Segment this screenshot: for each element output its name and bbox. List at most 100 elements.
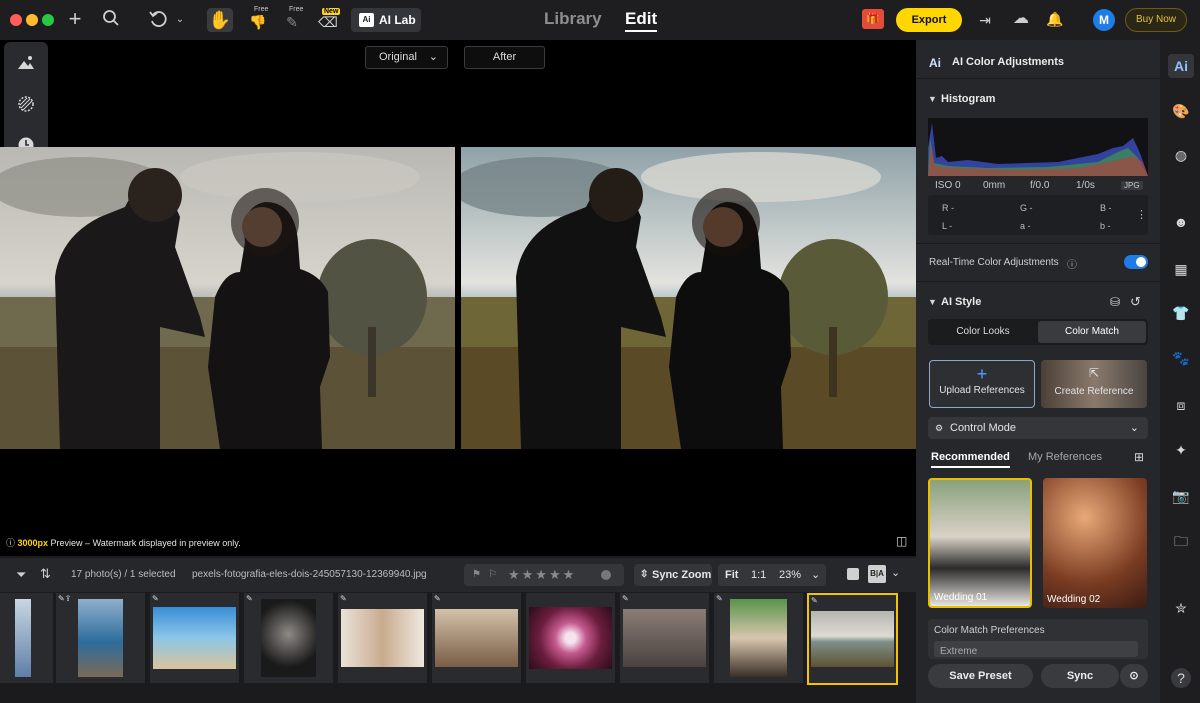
ai-icon: Ai [929, 56, 941, 70]
avatar[interactable]: M [1093, 9, 1115, 31]
chevron-down-icon[interactable]: ⌄ [811, 564, 820, 586]
palette-icon[interactable]: 🎨 [1172, 102, 1190, 120]
ai-style-title[interactable]: AI Style [941, 296, 981, 308]
camera-icon[interactable]: 📷 [1172, 487, 1190, 505]
search-icon[interactable] [100, 9, 122, 31]
wedding-01-preset[interactable]: Wedding 01 [928, 478, 1032, 608]
maximize-window-button[interactable] [42, 14, 54, 26]
filmstrip-thumb-selected[interactable]: ✎ [807, 593, 898, 685]
divider [916, 243, 1160, 244]
tab-my-references[interactable]: My References [1028, 451, 1102, 463]
chevron-down-icon[interactable]: ⌄ [891, 566, 900, 579]
sync-zoom-button[interactable]: ⇳ Sync Zoom [634, 564, 712, 586]
add-icon[interactable]: + [64, 8, 86, 30]
new-tag: New [322, 8, 341, 15]
fit-button[interactable]: Fit [725, 564, 738, 586]
ai-lab-button[interactable]: Ai AI Lab [351, 8, 421, 32]
tab-library[interactable]: Library [544, 9, 602, 29]
filmstrip-thumb[interactable]: ✎ [150, 593, 239, 683]
filter-icon[interactable]: ⏷ [16, 567, 26, 583]
wedding-02-preset[interactable]: Wedding 02 [1043, 478, 1147, 608]
filmstrip-thumb[interactable]: ✎ [244, 593, 333, 683]
tab-color-looks[interactable]: Color Looks [930, 321, 1036, 343]
reset-icon[interactable]: ↺ [1130, 294, 1141, 310]
compare-after-button[interactable]: After [464, 46, 545, 69]
upload-references-button[interactable]: + Upload References [929, 360, 1035, 408]
collapse-triangle-icon[interactable]: ▼ [928, 94, 937, 104]
folder-icon[interactable]: 🗀 [1172, 532, 1190, 550]
sparkle-icon[interactable]: ✦ [1172, 441, 1190, 459]
reject-flag-icon[interactable]: ⚐ [488, 564, 497, 586]
save-style-icon[interactable]: ⛁ [1110, 295, 1120, 309]
sort-icon[interactable]: ⇅ [40, 566, 51, 582]
flag-icon[interactable]: ⚑ [472, 564, 481, 586]
more-icon[interactable]: ⋮ [1136, 208, 1147, 221]
filmstrip-thumb[interactable]: ✎ [620, 593, 709, 683]
zoom-value[interactable]: 23% [779, 564, 801, 586]
save-preset-button[interactable]: Save Preset [928, 664, 1033, 688]
edited-icon: ✎ [622, 594, 629, 603]
gift-icon[interactable]: 🎁 [862, 9, 884, 29]
buy-now-button[interactable]: Buy Now [1125, 8, 1187, 32]
sync-button[interactable]: Sync [1041, 664, 1119, 688]
before-after-view-icon[interactable]: B|A [868, 565, 886, 583]
control-mode-dropdown[interactable]: ⚙ Control Mode ⌄ [928, 417, 1148, 439]
shirt-icon[interactable]: 👕 [1172, 304, 1190, 322]
edited-icon: ✎ [434, 594, 441, 603]
preview-note: ⓘ 3000px Preview – Watermark displayed i… [6, 536, 241, 549]
filmstrip-thumb[interactable] [0, 593, 53, 683]
divider [916, 281, 1160, 282]
filmstrip-thumb[interactable]: ✎⇪ [56, 593, 145, 683]
create-reference-button[interactable]: ⇱ Create Reference [1041, 360, 1147, 408]
g-readout: G - [1020, 203, 1033, 213]
image-adjust-icon[interactable] [16, 54, 36, 74]
split-view-icon[interactable]: ◫ [896, 534, 907, 548]
paw-icon[interactable]: 🐾 [1172, 349, 1190, 367]
grid-adjust-icon[interactable]: ▦ [1172, 260, 1190, 278]
sync-settings-icon[interactable]: ⊙ [1120, 664, 1148, 688]
filmstrip-thumb[interactable]: ✎ [714, 593, 803, 683]
free-tag: Free [289, 6, 304, 13]
collapse-triangle-icon[interactable]: ▼ [928, 297, 937, 307]
filmstrip-thumb[interactable] [526, 593, 615, 683]
crop-icon[interactable]: ⧈ [1172, 396, 1190, 414]
iso-value: ISO 0 [935, 180, 961, 191]
info-icon[interactable]: ⓘ [1067, 256, 1077, 271]
face-icon[interactable]: ☻ [1172, 213, 1190, 231]
star-box-icon[interactable]: ✮ [1172, 599, 1190, 617]
single-view-icon[interactable] [847, 568, 859, 580]
tab-edit[interactable]: Edit [625, 9, 658, 32]
texture-icon[interactable]: ◍ [1172, 146, 1190, 164]
filmstrip-thumb[interactable]: ✎ [432, 593, 521, 683]
star-rating[interactable]: ★★★★★ [508, 564, 576, 586]
bandage-icon[interactable]: ✎ [283, 12, 301, 32]
hand-tool-icon[interactable]: ✋ [207, 8, 233, 32]
import-icon[interactable]: ⇥ [976, 10, 994, 30]
ai-icon[interactable]: Ai [1168, 54, 1194, 78]
tab-color-match[interactable]: Color Match [1038, 321, 1146, 343]
prefs-label: Color Match Preferences [934, 625, 1045, 636]
one-to-one-button[interactable]: 1:1 [751, 564, 766, 586]
undo-icon[interactable] [147, 9, 169, 33]
compare-original-dropdown[interactable]: Original ⌄ [365, 46, 448, 69]
color-label-icon[interactable] [601, 570, 611, 580]
texture-icon[interactable] [16, 95, 36, 115]
chevron-down-icon[interactable]: ⌄ [173, 10, 187, 30]
help-icon[interactable]: ? [1171, 668, 1191, 688]
prefs-value: Extreme [940, 646, 978, 657]
cloud-icon[interactable]: ☁ [1011, 9, 1031, 29]
edited-icon: ✎ [716, 594, 723, 603]
histogram-title[interactable]: Histogram [941, 93, 995, 105]
dislike-icon[interactable]: 👎 [249, 12, 267, 32]
filmstrip-thumb[interactable]: ✎ [338, 593, 427, 683]
export-button[interactable]: Export [896, 8, 962, 32]
prefs-dropdown[interactable]: Extreme [934, 641, 1138, 657]
eraser-icon[interactable]: ⌫ [318, 12, 338, 32]
grid-icon[interactable]: ⊞ [1134, 450, 1144, 464]
tab-recommended[interactable]: Recommended [931, 451, 1010, 468]
bell-icon[interactable]: 🔔 [1046, 9, 1064, 29]
plus-icon: + [976, 364, 988, 384]
close-window-button[interactable] [10, 14, 22, 26]
minimize-window-button[interactable] [26, 14, 38, 26]
realtime-toggle[interactable] [1124, 255, 1148, 269]
